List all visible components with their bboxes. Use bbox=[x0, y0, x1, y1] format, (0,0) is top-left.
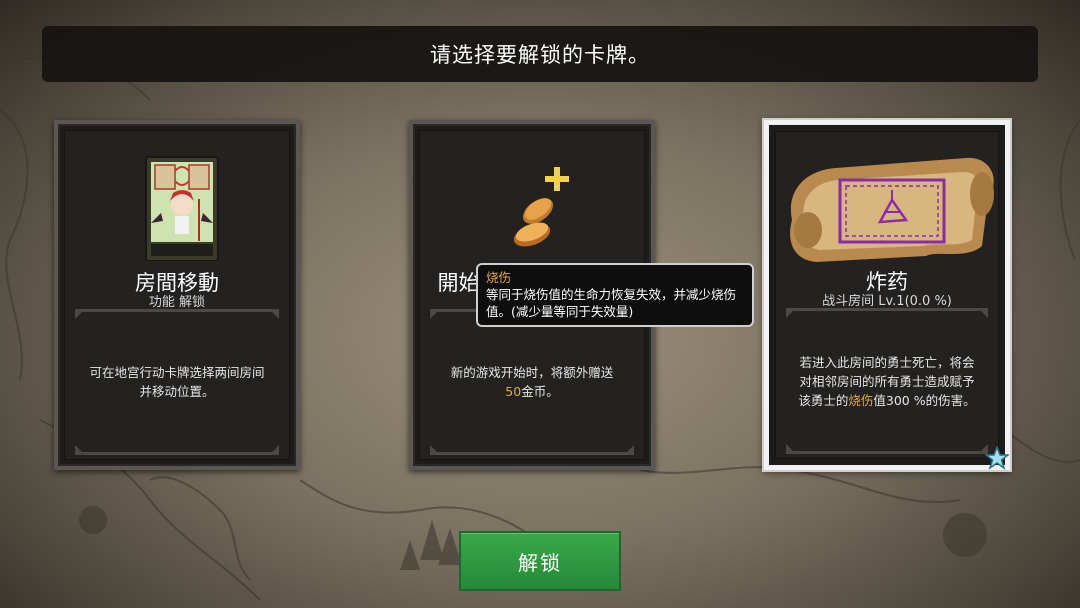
card-description: 新的游戏开始时，将额外赠送50金币。 bbox=[450, 365, 614, 399]
instruction-text: 请选择要解锁的卡牌。 bbox=[430, 43, 650, 67]
tooltip-body: 等同于烧伤值的生命力恢复失效，并减少烧伤值。(减少量等同于失效量) bbox=[486, 287, 737, 319]
highlight-value: 50 bbox=[505, 384, 522, 399]
card-body: 炸药 战斗房间 Lv.1(0.0 %) 若进入此房间的勇士死亡，将会对相邻房间的… bbox=[775, 131, 999, 459]
card-description: 可在地宫行动卡牌选择两间房间并移动位置。 bbox=[89, 365, 265, 399]
card-description-box: 若进入此房间的勇士死亡，将会对相邻房间的所有勇士造成赋予该勇士的烧伤值300 %… bbox=[786, 308, 988, 454]
card-explosive[interactable]: 炸药 战斗房间 Lv.1(0.0 %) 若进入此房间的勇士死亡，将会对相邻房间的… bbox=[764, 120, 1010, 470]
card-subtitle: 功能 解锁 bbox=[148, 295, 206, 310]
tooltip-title: 烧伤 bbox=[486, 270, 512, 285]
card-body: 房間移動 功能 解锁 可在地宫行动卡牌选择两间房间并移动位置。 bbox=[64, 130, 290, 460]
card-description: 若进入此房间的勇士死亡，将会对相邻房间的所有勇士造成赋予该勇士的烧伤值300 %… bbox=[798, 354, 976, 408]
gold-coins-plus-icon bbox=[420, 149, 644, 261]
card-room-move[interactable]: 房間移動 功能 解锁 可在地宫行动卡牌选择两间房间并移动位置。 bbox=[54, 120, 300, 470]
unlock-button-label: 解锁 bbox=[518, 550, 562, 575]
star-icon bbox=[985, 446, 1009, 470]
instruction-banner: 请选择要解锁的卡牌。 bbox=[42, 26, 1038, 82]
burn-tooltip: 烧伤 等同于烧伤值的生命力恢复失效，并减少烧伤值。(减少量等同于失效量) bbox=[476, 263, 754, 327]
bomb-scroll-icon bbox=[776, 150, 998, 262]
card-subtitle: 战斗房间 Lv.1(0.0 %) bbox=[822, 294, 952, 309]
unlock-button[interactable]: 解锁 bbox=[459, 531, 621, 591]
card-portrait-icon bbox=[65, 149, 289, 262]
highlight-keyword: 烧伤 bbox=[848, 392, 874, 408]
card-description-box: 新的游戏开始时，将额外赠送50金币。 bbox=[430, 309, 634, 455]
card-description-box: 可在地宫行动卡牌选择两间房间并移动位置。 bbox=[75, 309, 279, 455]
